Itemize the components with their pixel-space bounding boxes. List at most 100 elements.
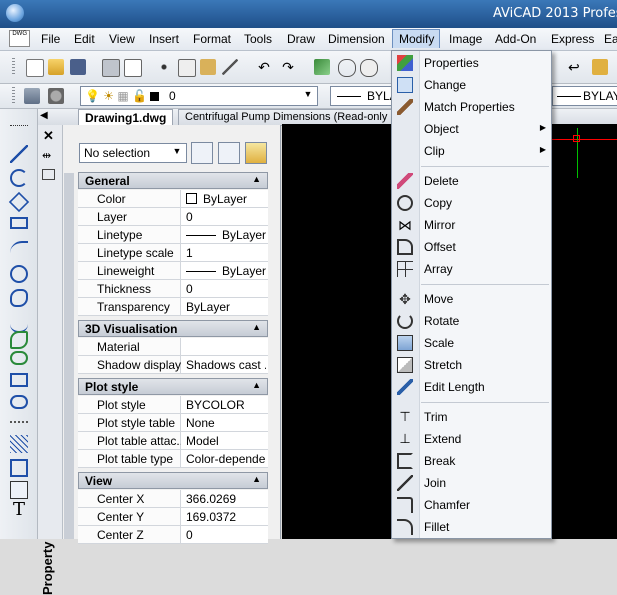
menu-tools[interactable]: Tools bbox=[244, 32, 272, 46]
ellipse-arc-icon[interactable] bbox=[10, 331, 28, 349]
menu-item-chamfer[interactable]: Chamfer bbox=[392, 494, 551, 516]
app-icon[interactable] bbox=[6, 4, 24, 22]
layer-combo[interactable]: 💡 ☀ ▦ 🔓 0 ▼ bbox=[80, 86, 318, 106]
property-row[interactable]: Plot style BYCOLOR bbox=[78, 396, 268, 414]
toolbar-grip[interactable] bbox=[12, 87, 15, 105]
collapse-icon[interactable]: ▲ bbox=[252, 174, 261, 184]
chevron-left-icon[interactable]: ◀ bbox=[40, 110, 48, 121]
zoom-icon[interactable] bbox=[338, 59, 356, 77]
close-icon[interactable]: ✕ bbox=[43, 128, 54, 144]
collapse-icon[interactable]: ▲ bbox=[252, 322, 261, 332]
menu-file[interactable]: File bbox=[41, 32, 60, 46]
collapse-icon[interactable]: ▲ bbox=[252, 474, 261, 484]
menu-item-properties[interactable]: Properties bbox=[392, 52, 551, 74]
menu-modify[interactable]: Modify bbox=[392, 29, 440, 48]
chevron-down-icon[interactable]: ▼ bbox=[170, 146, 184, 156]
select-objects-icon[interactable] bbox=[218, 142, 240, 164]
new-icon[interactable] bbox=[26, 59, 44, 77]
property-row[interactable]: Plot table type Color-depende... bbox=[78, 450, 268, 468]
autohide-icon[interactable]: ⇹ bbox=[42, 149, 51, 162]
menu-insert[interactable]: Insert bbox=[149, 32, 179, 46]
undo-icon[interactable]: ↶ bbox=[256, 59, 272, 75]
open-icon[interactable] bbox=[48, 59, 64, 75]
image-icon[interactable] bbox=[10, 481, 28, 499]
line-icon[interactable] bbox=[10, 145, 28, 163]
zoom-window-icon[interactable] bbox=[360, 59, 378, 77]
menu-add-on[interactable]: Add-On bbox=[495, 32, 536, 46]
layer-tool-icon[interactable] bbox=[592, 59, 608, 75]
lineweight-combo[interactable]: BYLAY bbox=[552, 86, 617, 106]
section-3d-visualisation[interactable]: 3D Visualisation ▲ bbox=[78, 320, 268, 337]
menu-item-move[interactable]: ✥ Move bbox=[392, 288, 551, 310]
rectangle-icon[interactable] bbox=[10, 217, 28, 229]
section-view[interactable]: View ▲ bbox=[78, 472, 268, 489]
cut-icon[interactable] bbox=[156, 59, 172, 75]
menu-item-array[interactable]: Array bbox=[392, 258, 551, 280]
property-row[interactable]: Material bbox=[78, 338, 268, 356]
snap-icon[interactable]: ↩ bbox=[568, 59, 584, 75]
menu-item-edit-length[interactable]: Edit Length bbox=[392, 376, 551, 398]
menu-item-copy[interactable]: Copy bbox=[392, 192, 551, 214]
menu-item-fillet[interactable]: Fillet bbox=[392, 516, 551, 538]
property-row[interactable]: Plot style table None bbox=[78, 414, 268, 432]
property-row[interactable]: Center X 366.0269 bbox=[78, 490, 268, 508]
polygon-icon[interactable] bbox=[8, 191, 30, 213]
menu-item-change[interactable]: Change bbox=[392, 74, 551, 96]
insert-block-icon[interactable] bbox=[10, 373, 28, 387]
menu-item-delete[interactable]: Delete bbox=[392, 170, 551, 192]
menu-item-clip[interactable]: Clip ▶ bbox=[392, 140, 551, 162]
text-icon[interactable]: T bbox=[10, 501, 28, 519]
menu-draw[interactable]: Draw bbox=[287, 32, 315, 46]
point-line-icon[interactable] bbox=[10, 115, 28, 126]
menu-dimension[interactable]: Dimension bbox=[328, 32, 385, 46]
menu-item-extend[interactable]: ⊥ Extend bbox=[392, 428, 551, 450]
property-row[interactable]: Linetype scale 1 bbox=[78, 244, 268, 262]
print-preview-icon[interactable] bbox=[124, 59, 142, 77]
property-row[interactable]: Center Z 0 bbox=[78, 526, 268, 544]
menu-edit[interactable]: Edit bbox=[74, 32, 95, 46]
property-row[interactable]: Layer 0 bbox=[78, 208, 268, 226]
section-general[interactable]: General ▲ bbox=[78, 172, 268, 189]
selection-combo[interactable]: No selection ▼ bbox=[79, 143, 187, 163]
hatch-icon[interactable] bbox=[10, 435, 28, 453]
document-icon[interactable]: DWG bbox=[9, 30, 30, 47]
tab-centrifugal-pump[interactable]: Centrifugal Pump Dimensions (Read-only bbox=[178, 109, 395, 125]
menu-format[interactable]: Format bbox=[193, 32, 231, 46]
pick-point-icon[interactable] bbox=[314, 59, 330, 75]
menu-item-offset[interactable]: Offset bbox=[392, 236, 551, 258]
menu-express[interactable]: Express bbox=[551, 32, 594, 46]
property-row[interactable]: Transparency ByLayer bbox=[78, 298, 268, 316]
menu-item-scale[interactable]: Scale bbox=[392, 332, 551, 354]
region-icon[interactable] bbox=[10, 395, 28, 409]
toolbar-grip[interactable] bbox=[12, 58, 15, 76]
menu-view[interactable]: View bbox=[109, 32, 135, 46]
match-brush-icon[interactable] bbox=[222, 59, 238, 75]
property-row[interactable]: Center Y 169.0372 bbox=[78, 508, 268, 526]
menu-item-break[interactable]: Break bbox=[392, 450, 551, 472]
cloud-icon[interactable] bbox=[10, 289, 28, 307]
property-row[interactable]: Lineweight ByLayer bbox=[78, 262, 268, 280]
menu-item-match-properties[interactable]: Match Properties bbox=[392, 96, 551, 118]
quick-select-icon[interactable] bbox=[245, 142, 267, 164]
boundary-icon[interactable] bbox=[10, 459, 28, 477]
arc-icon[interactable] bbox=[10, 169, 28, 187]
linetype-combo[interactable]: BYLA bbox=[330, 86, 398, 106]
toggle-pickadd-icon[interactable] bbox=[191, 142, 213, 164]
ellipse-icon[interactable] bbox=[10, 351, 28, 365]
menu-item-trim[interactable]: ⊤ Trim bbox=[392, 406, 551, 428]
property-row[interactable]: Thickness 0 bbox=[78, 280, 268, 298]
menu-item-mirror[interactable]: ⋈ Mirror bbox=[392, 214, 551, 236]
copy-clip-icon[interactable] bbox=[178, 59, 196, 77]
save-icon[interactable] bbox=[70, 59, 86, 75]
properties-scrollbar[interactable] bbox=[64, 173, 74, 539]
print-icon[interactable] bbox=[102, 59, 120, 77]
property-row[interactable]: Plot table attac... Model bbox=[78, 432, 268, 450]
menu-ea[interactable]: Ea bbox=[604, 32, 617, 46]
layer-state-icon[interactable] bbox=[48, 88, 64, 104]
collapse-icon[interactable]: ▲ bbox=[252, 380, 261, 390]
redo-icon[interactable]: ↷ bbox=[280, 59, 296, 75]
layers-icon[interactable] bbox=[24, 88, 40, 104]
spline-icon[interactable] bbox=[10, 313, 28, 333]
chevron-down-icon[interactable]: ▼ bbox=[301, 89, 315, 99]
section-plot-style[interactable]: Plot style ▲ bbox=[78, 378, 268, 395]
